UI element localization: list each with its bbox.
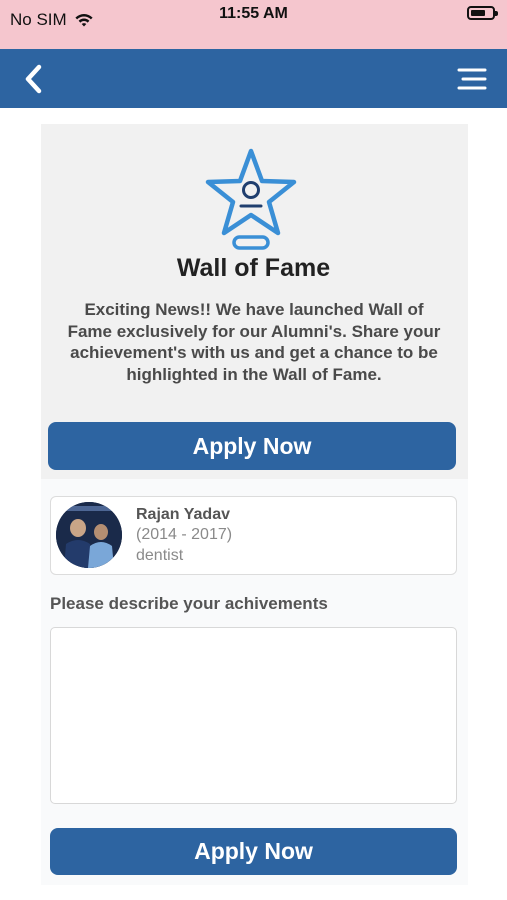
wall-of-fame-title: Wall of Fame — [176, 254, 331, 282]
profile-role: dentist — [136, 547, 184, 564]
back-button[interactable] — [18, 62, 52, 96]
apply-now-button[interactable]: Apply Now — [48, 422, 456, 470]
wall-of-fame-description: Exciting News!! We have launched Wall of… — [67, 300, 441, 384]
status-bar: No SIM 11:55 AM — [0, 0, 507, 49]
profile-years: (2014 - 2017) — [136, 526, 233, 543]
status-time: 11:55 AM — [219, 5, 288, 22]
submit-apply-now-button[interactable]: Apply Now — [50, 828, 457, 875]
battery-icon — [467, 6, 498, 20]
hamburger-menu-icon — [457, 68, 487, 90]
achievements-textarea[interactable] — [50, 627, 457, 804]
star-trophy-icon — [205, 148, 297, 250]
nav-bar — [0, 49, 507, 108]
avatar-image — [56, 502, 122, 568]
menu-button[interactable] — [457, 67, 487, 91]
avatar — [56, 502, 122, 568]
profile-name: Rajan Yadav — [136, 506, 230, 523]
battery-level — [471, 10, 485, 16]
chevron-left-icon — [25, 64, 42, 94]
achievements-label: Please describe your achivements — [50, 594, 328, 613]
